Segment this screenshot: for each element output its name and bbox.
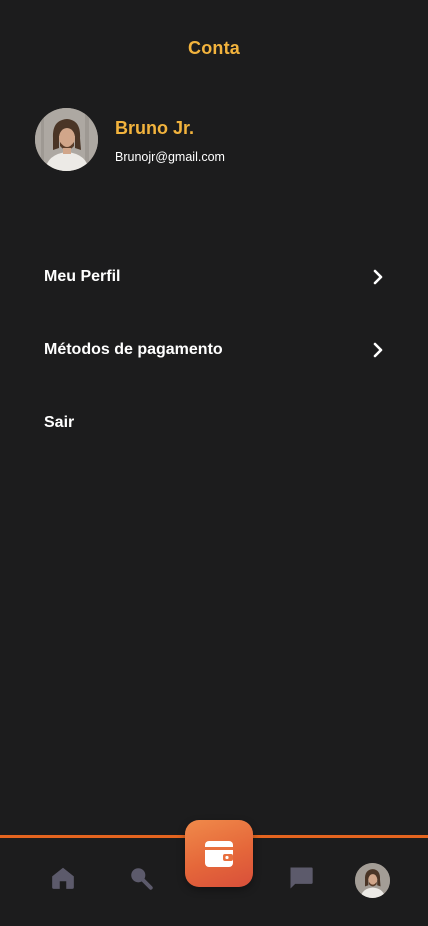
nav-profile-avatar[interactable] xyxy=(355,863,390,898)
settings-menu: Meu Perfil Métodos de pagamento Sair xyxy=(0,240,428,459)
avatar-photo xyxy=(355,863,390,898)
wallet-icon xyxy=(205,840,233,867)
profile-header: Bruno Jr. Brunojr@gmail.com xyxy=(35,108,225,171)
avatar[interactable] xyxy=(35,108,98,171)
nav-chat-button[interactable] xyxy=(286,863,316,893)
home-icon xyxy=(52,867,74,889)
search-icon xyxy=(131,868,153,890)
menu-item-label: Meu Perfil xyxy=(44,267,121,285)
profile-name: Bruno Jr. xyxy=(115,118,195,138)
page-title: Conta xyxy=(188,38,240,58)
nav-search-button[interactable] xyxy=(126,863,156,893)
chevron-right-icon xyxy=(371,342,385,358)
nav-home-button[interactable] xyxy=(48,863,78,893)
profile-email: Brunojr@gmail.com xyxy=(115,150,225,164)
chat-icon xyxy=(290,867,313,889)
chevron-right-icon xyxy=(371,269,385,285)
account-screen: Conta Bruno Jr. Brunojr@gmail.com Meu Pe… xyxy=(0,0,428,926)
menu-item-meu-perfil[interactable]: Meu Perfil xyxy=(0,240,428,313)
wallet-button[interactable] xyxy=(185,820,253,887)
profile-info: Bruno Jr. Brunojr@gmail.com xyxy=(115,108,225,165)
menu-item-label: Sair xyxy=(44,413,75,431)
menu-item-metodos-pagamento[interactable]: Métodos de pagamento xyxy=(0,313,428,386)
menu-item-label: Métodos de pagamento xyxy=(44,340,223,358)
avatar-photo xyxy=(35,108,98,171)
menu-item-sair[interactable]: Sair xyxy=(0,386,428,459)
